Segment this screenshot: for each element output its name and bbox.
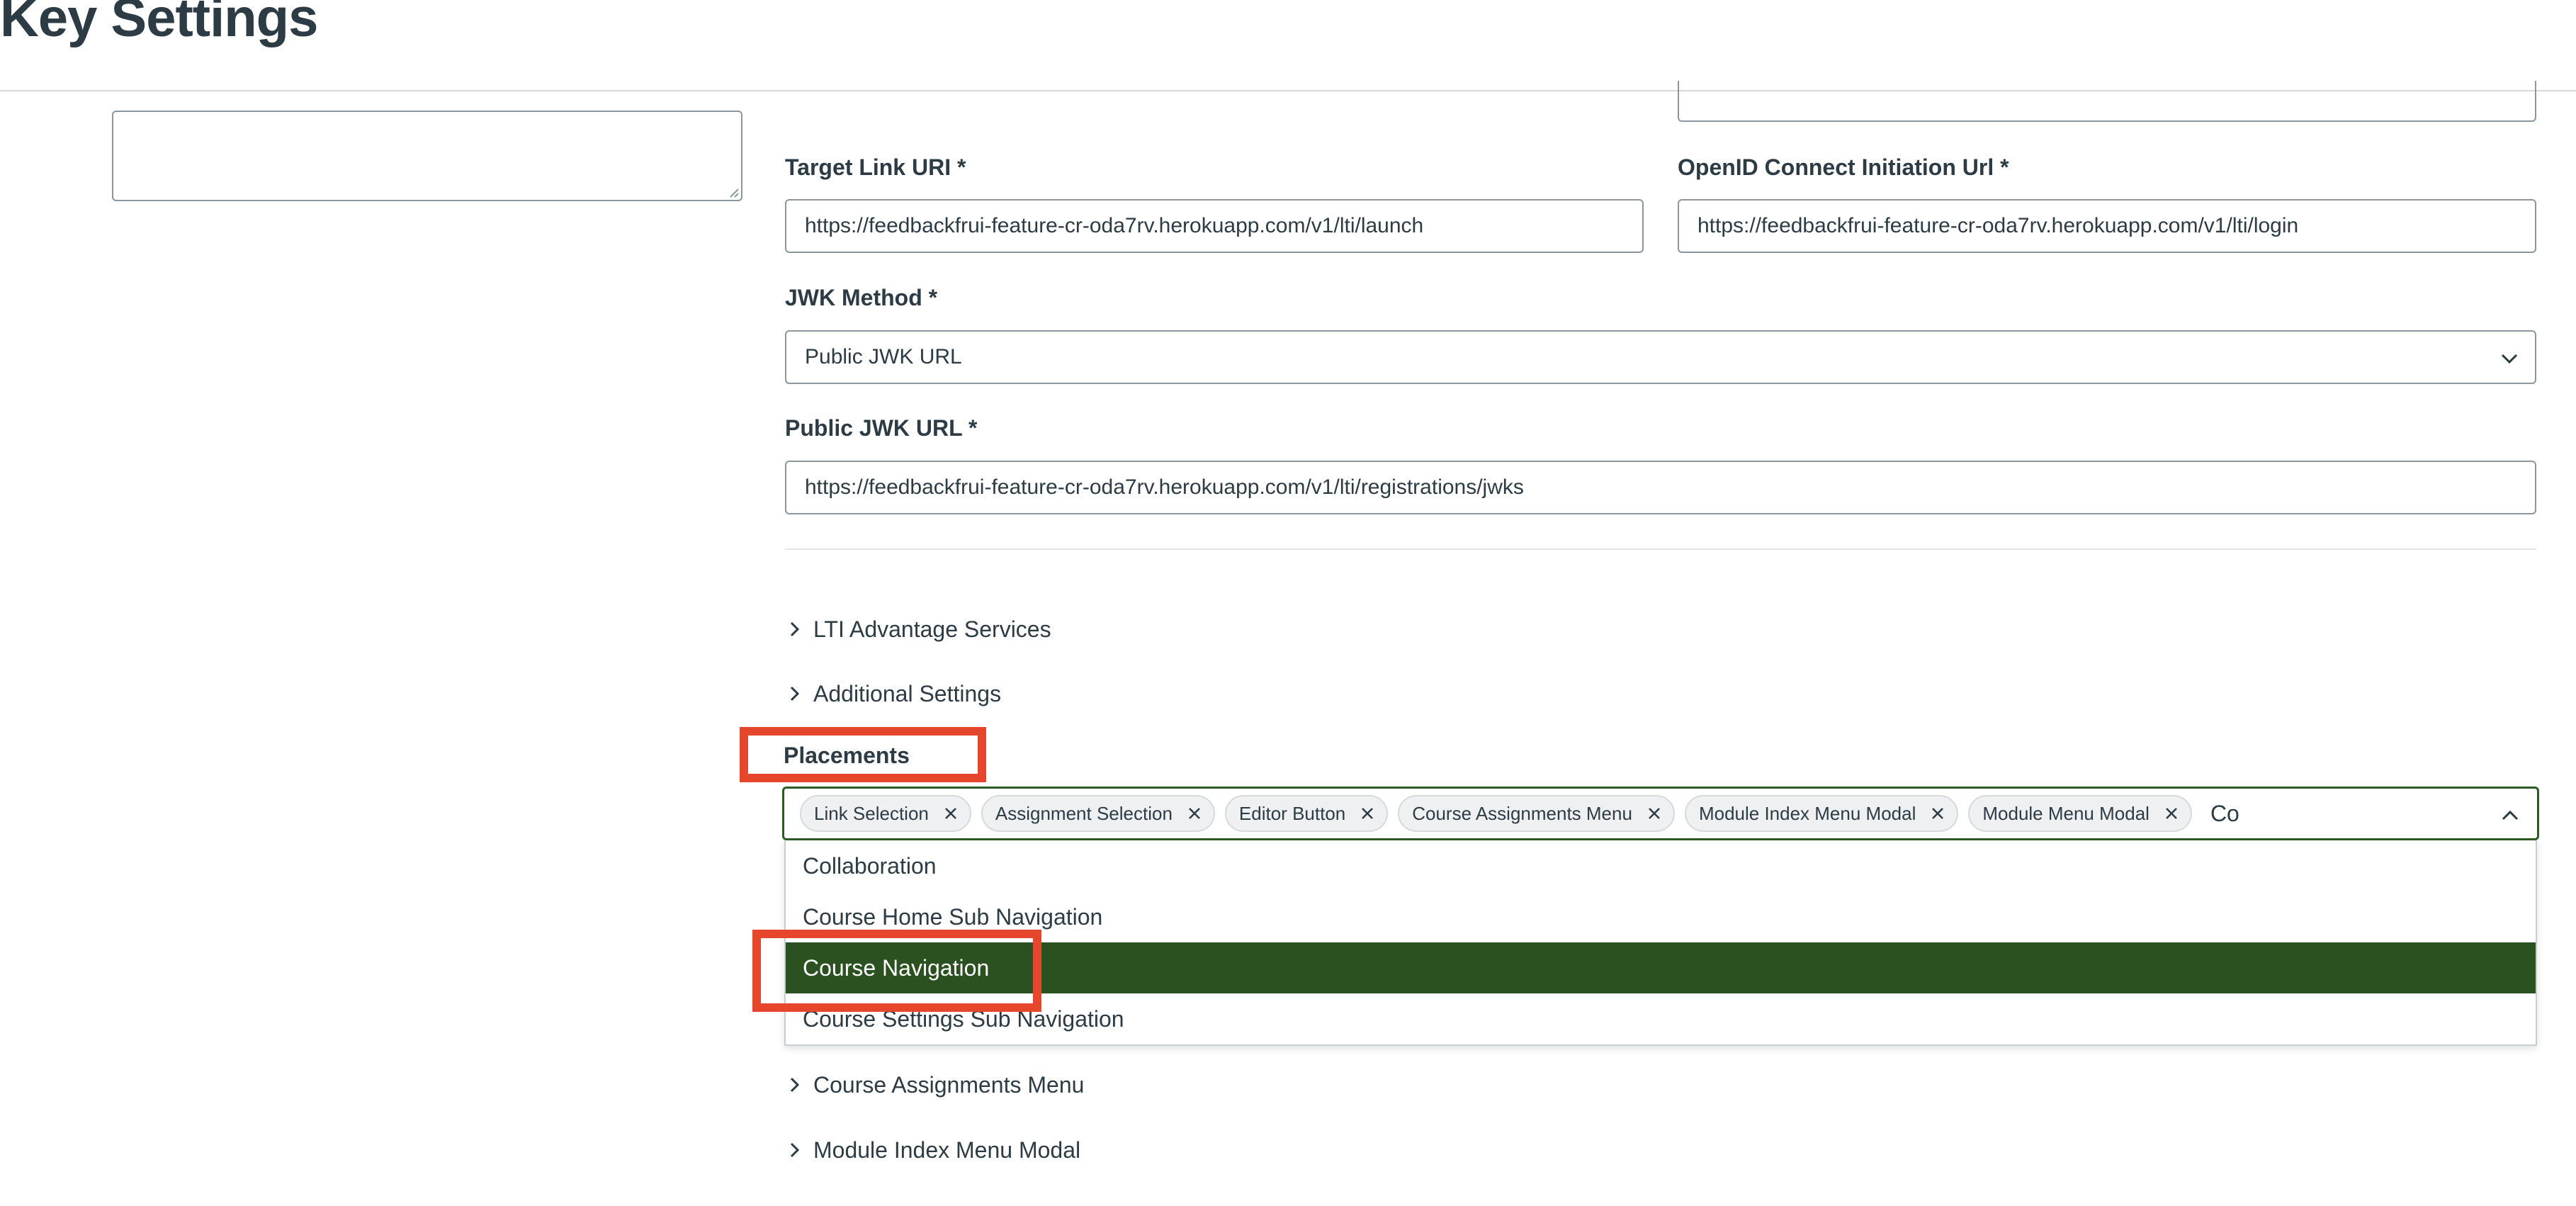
target-link-uri-input[interactable]: https://feedbackfrui-feature-cr-oda7rv.h… <box>785 199 1644 253</box>
placement-chip-label: Module Index Menu Modal <box>1698 802 1916 824</box>
placements-search-input[interactable]: Co <box>2210 801 2239 827</box>
module-index-menu-modal-toggle[interactable]: Module Index Menu Modal <box>785 1133 1080 1167</box>
public-jwk-url-input[interactable]: https://feedbackfrui-feature-cr-oda7rv.h… <box>785 461 2536 514</box>
placements-highlight-box <box>740 727 986 782</box>
placement-chip-label: Course Assignments Menu <box>1412 802 1632 824</box>
jwk-method-label: JWK Method * <box>785 285 938 310</box>
placement-chip-label: Module Menu Modal <box>1982 802 2150 824</box>
course-assignments-menu-toggle[interactable]: Course Assignments Menu <box>785 1068 1084 1102</box>
placement-chip[interactable]: Module Menu Modal <box>1968 795 2192 832</box>
public-jwk-url-label: Public JWK URL * <box>785 415 978 441</box>
redirect-uris-field[interactable] <box>1678 81 2536 122</box>
jwk-method-select[interactable]: Public JWK URL <box>785 330 2536 384</box>
chevron-up-icon[interactable] <box>2499 804 2521 827</box>
placement-chip-label: Editor Button <box>1238 802 1346 824</box>
openid-url-input[interactable]: https://feedbackfrui-feature-cr-oda7rv.h… <box>1678 199 2536 253</box>
page-title: Key Settings <box>0 0 318 48</box>
close-icon[interactable] <box>943 806 959 821</box>
jwk-method-value: Public JWK URL <box>805 345 962 368</box>
close-icon[interactable] <box>1360 806 1375 821</box>
course-navigation-highlight-box <box>752 930 1041 1012</box>
course-assignments-menu-label: Course Assignments Menu <box>813 1071 1085 1098</box>
additional-settings-toggle[interactable]: Additional Settings <box>785 677 1001 711</box>
chevron-right-icon <box>790 1142 800 1158</box>
option-collaboration[interactable]: Collaboration <box>786 840 2536 891</box>
chevron-right-icon <box>790 1077 800 1093</box>
placement-chip[interactable]: Editor Button <box>1224 795 1389 832</box>
openid-url-label: OpenID Connect Initiation Url * <box>1678 154 2009 180</box>
chevron-right-icon <box>790 686 800 701</box>
placement-chip[interactable]: Assignment Selection <box>981 795 1215 832</box>
openid-url-value: https://feedbackfrui-feature-cr-oda7rv.h… <box>1697 214 2299 237</box>
close-icon[interactable] <box>1187 806 1202 821</box>
placement-chip[interactable]: Module Index Menu Modal <box>1684 795 1959 832</box>
placements-options-list: Collaboration Course Home Sub Navigation… <box>784 840 2537 1046</box>
public-jwk-url-value: https://feedbackfrui-feature-cr-oda7rv.h… <box>805 475 1524 499</box>
lti-advantage-services-toggle[interactable]: LTI Advantage Services <box>785 612 1051 646</box>
close-icon[interactable] <box>1646 806 1662 821</box>
placement-chip[interactable]: Link Selection <box>800 795 971 832</box>
module-index-menu-modal-label: Module Index Menu Modal <box>813 1137 1081 1163</box>
description-textarea[interactable] <box>112 111 742 201</box>
chevron-right-icon <box>790 621 800 637</box>
placement-chip[interactable]: Course Assignments Menu <box>1398 795 1675 832</box>
placements-combobox[interactable]: Link Selection Assignment Selection Edit… <box>782 787 2539 840</box>
resize-grip-icon[interactable] <box>729 188 739 198</box>
lti-advantage-services-label: LTI Advantage Services <box>813 616 1051 642</box>
option-course-settings-sub-navigation[interactable]: Course Settings Sub Navigation <box>786 993 2536 1044</box>
target-link-uri-value: https://feedbackfrui-feature-cr-oda7rv.h… <box>805 214 1424 237</box>
placement-chip-label: Link Selection <box>814 802 929 824</box>
section-divider <box>785 548 2536 550</box>
placement-chip-label: Assignment Selection <box>995 802 1173 824</box>
close-icon[interactable] <box>1930 806 1945 821</box>
target-link-uri-label: Target Link URI * <box>785 154 966 180</box>
additional-settings-label: Additional Settings <box>813 680 1002 706</box>
close-icon[interactable] <box>2164 806 2179 821</box>
chevron-down-icon[interactable] <box>2498 347 2521 370</box>
option-course-navigation[interactable]: Course Navigation <box>786 942 2536 993</box>
page-header: Key Settings <box>0 0 2576 91</box>
option-course-home-sub-navigation[interactable]: Course Home Sub Navigation <box>786 891 2536 942</box>
